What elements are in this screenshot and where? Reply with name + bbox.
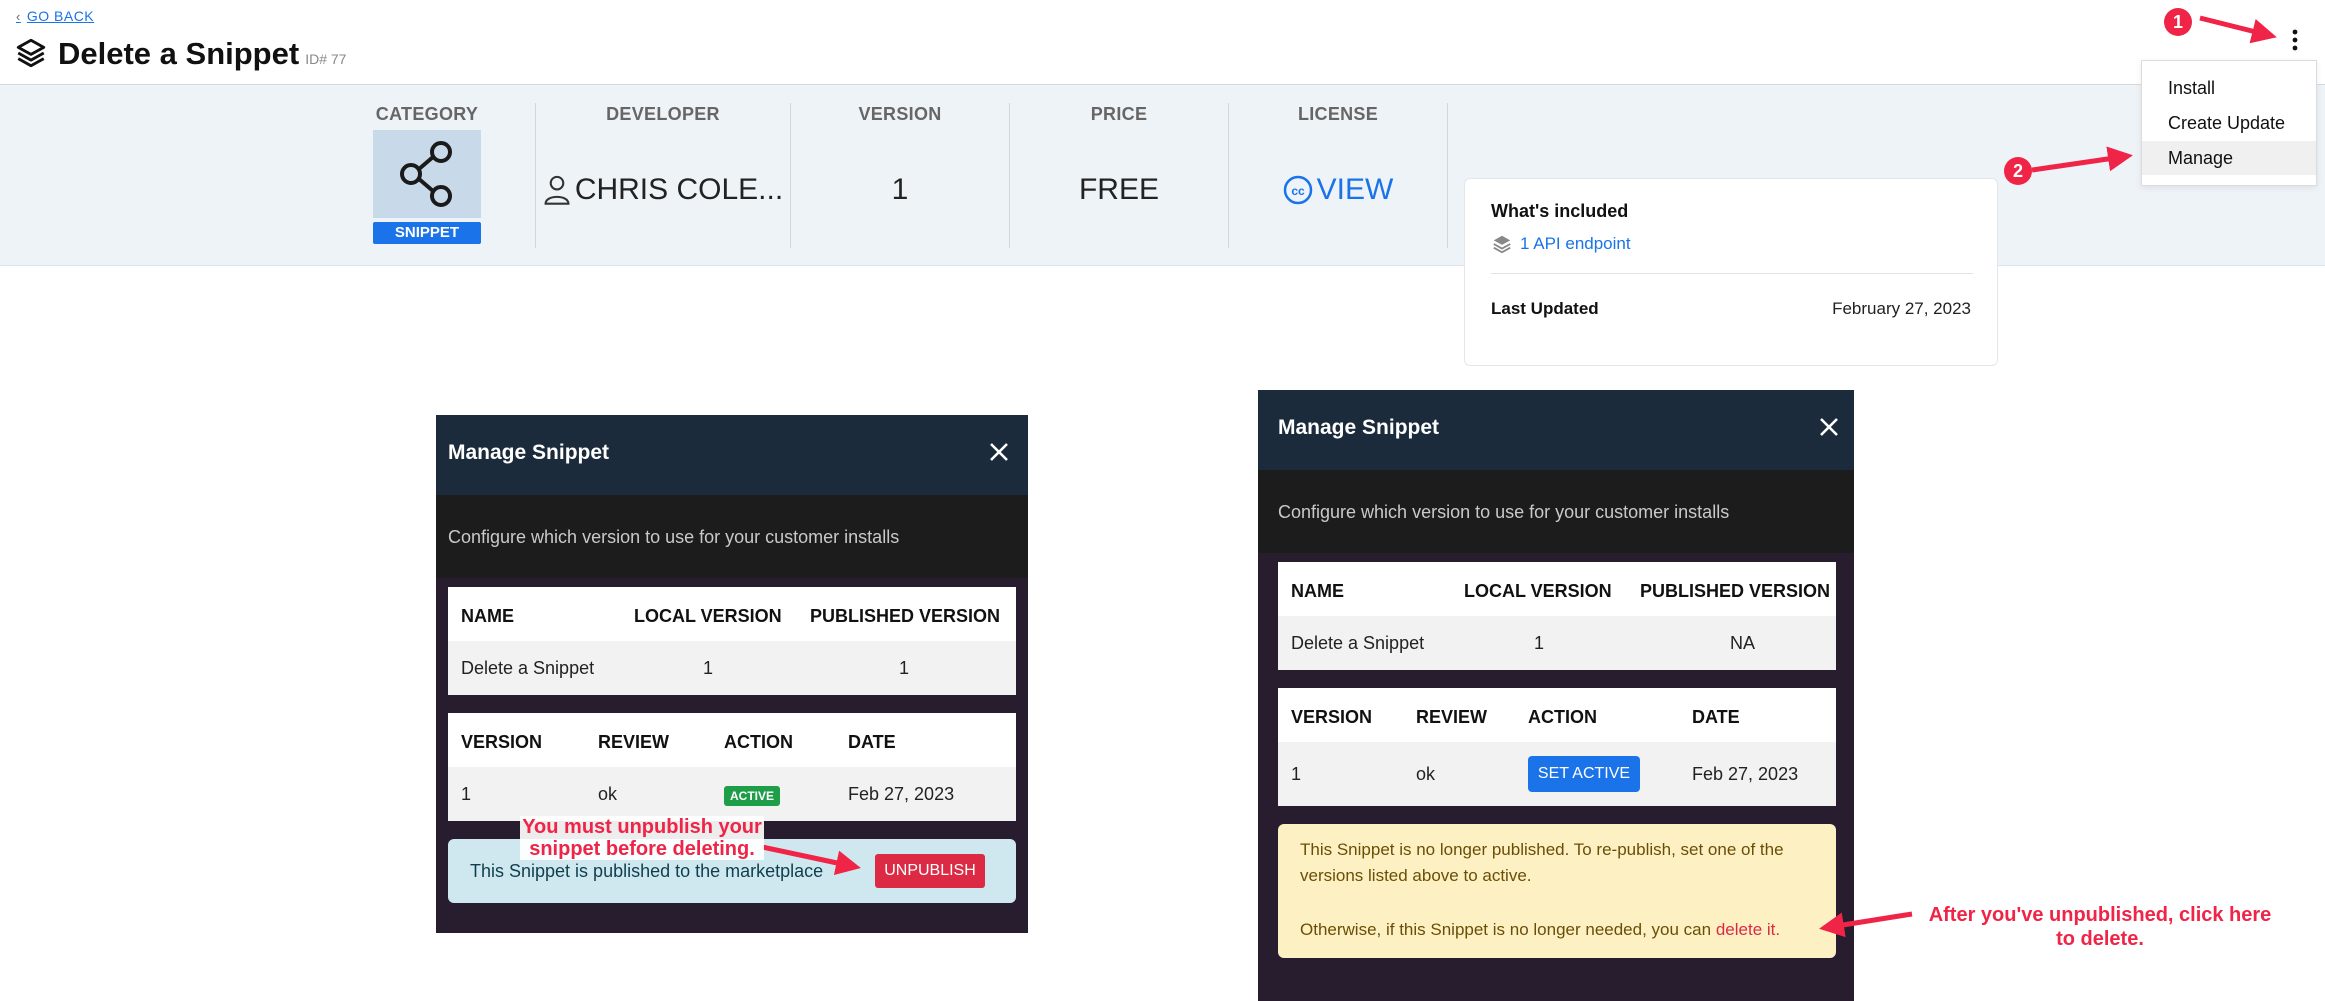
unpublish-annotation: You must unpublish your snippet before d…	[520, 816, 764, 860]
delete-annotation-line-2: to delete.	[2056, 928, 2144, 950]
unpublish-annotation-line-2: snippet before deleting.	[529, 838, 755, 860]
arrow-to-manage	[2031, 146, 2133, 173]
step-2-badge: 2	[2004, 157, 2032, 185]
annotation-arrows	[761, 15, 2277, 938]
unpublish-annotation-line-1: You must unpublish your	[522, 816, 762, 838]
delete-annotation: After you've unpublished, click here to …	[1900, 903, 2300, 951]
step-1-badge: 1	[2164, 8, 2192, 36]
delete-annotation-line-1: After you've unpublished, click here	[1928, 904, 2272, 926]
arrow-to-unpublish	[761, 844, 861, 876]
arrow-to-delete-link	[1819, 911, 1913, 938]
arrow-to-menu	[2199, 15, 2277, 44]
